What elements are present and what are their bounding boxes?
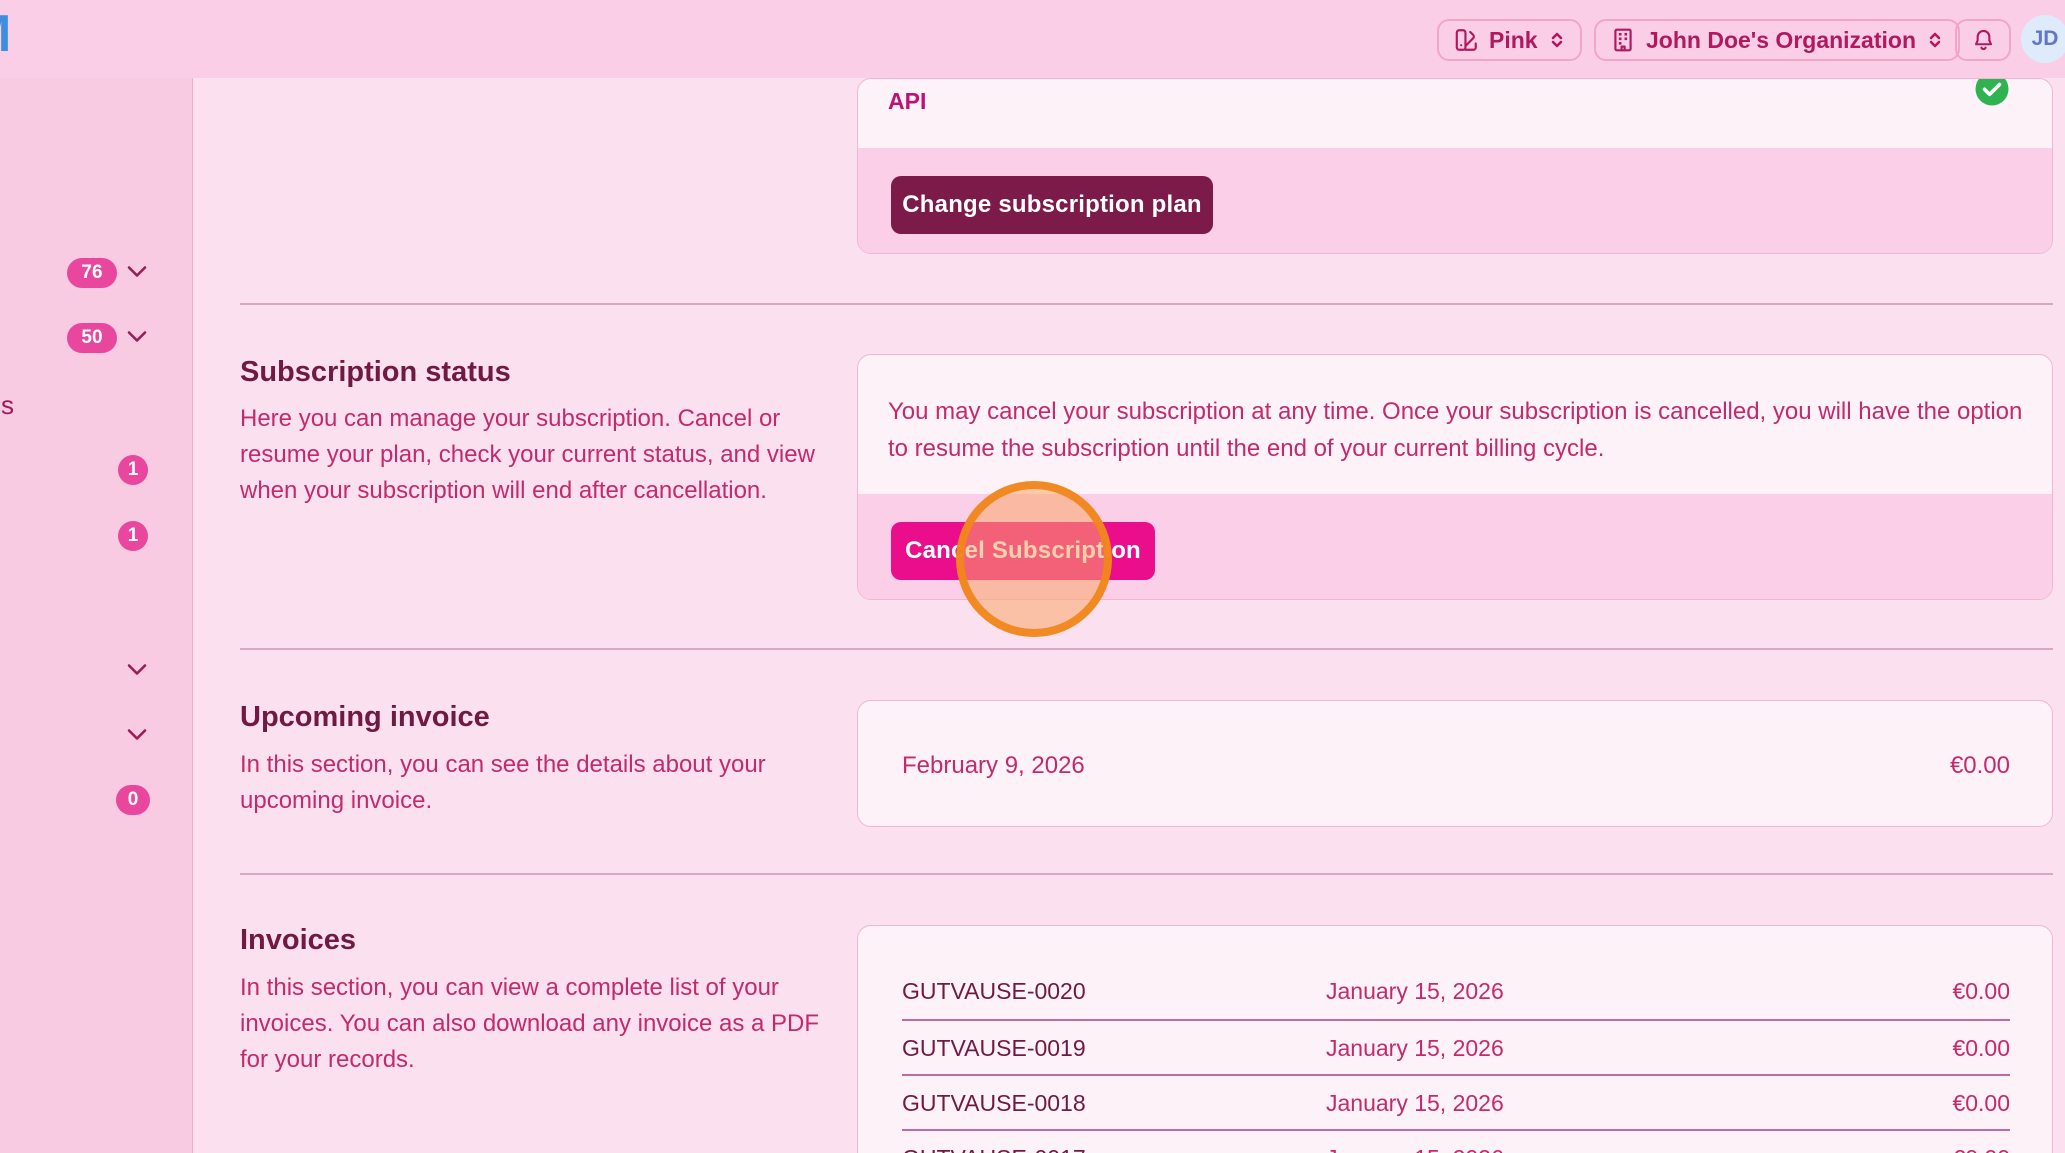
top-bar: M Pink bbox=[0, 0, 2065, 78]
notifications-button[interactable] bbox=[1955, 19, 2011, 61]
section-divider bbox=[240, 648, 2053, 650]
upcoming-invoice-date: February 9, 2026 bbox=[902, 752, 1085, 780]
invoice-number: GUTVAUSE-0020 bbox=[902, 964, 1086, 1019]
upcoming-invoice-amount: €0.00 bbox=[1950, 752, 2010, 780]
upcoming-invoice-description: In this section, you can see the details… bbox=[240, 747, 835, 819]
invoice-row[interactable]: GUTVAUSE-0020 January 15, 2026 €0.00 bbox=[902, 964, 2010, 1019]
swatch-icon bbox=[1453, 27, 1479, 53]
chevron-down-icon[interactable] bbox=[127, 265, 147, 283]
sidebar-count-badge[interactable]: 1 bbox=[118, 455, 148, 485]
sidebar-item-label-partial[interactable]: s bbox=[1, 390, 14, 421]
invoices-description: In this section, you can view a complete… bbox=[240, 970, 835, 1078]
invoice-date: January 15, 2026 bbox=[1326, 964, 1504, 1019]
invoice-row[interactable]: GUTVAUSE-0019 January 15, 2026 €0.00 bbox=[902, 1019, 2010, 1074]
theme-selector-button[interactable]: Pink bbox=[1437, 19, 1582, 61]
sidebar-count-badge[interactable]: 1 bbox=[118, 521, 148, 551]
organization-selector-button[interactable]: John Doe's Organization bbox=[1594, 19, 1960, 61]
cancellation-info-text: You may cancel your subscription at any … bbox=[888, 393, 2048, 467]
section-divider bbox=[240, 873, 2053, 875]
sidebar-count-badge[interactable]: 0 bbox=[116, 785, 150, 815]
chevron-down-icon[interactable] bbox=[127, 330, 147, 348]
invoice-number: GUTVAUSE-0017 bbox=[902, 1131, 1086, 1153]
click-indicator bbox=[956, 481, 1112, 637]
chevron-down-icon[interactable] bbox=[127, 728, 147, 746]
invoice-date: January 15, 2026 bbox=[1326, 1131, 1504, 1153]
invoice-date: January 15, 2026 bbox=[1326, 1076, 1504, 1131]
section-divider bbox=[240, 303, 2053, 305]
invoice-row[interactable]: GUTVAUSE-0018 January 15, 2026 €0.00 bbox=[902, 1074, 2010, 1129]
invoices-card: GUTVAUSE-0020 January 15, 2026 €0.00 GUT… bbox=[857, 925, 2053, 1153]
change-subscription-plan-button[interactable]: Change subscription plan bbox=[891, 176, 1213, 234]
invoices-title: Invoices bbox=[240, 924, 356, 957]
invoice-number: GUTVAUSE-0019 bbox=[902, 1021, 1086, 1076]
user-avatar[interactable]: JD bbox=[2021, 15, 2065, 63]
chevron-updown-icon bbox=[1548, 30, 1566, 50]
invoice-amount: €0.00 bbox=[1952, 964, 2010, 1019]
plan-features-card: API Change subscription plan bbox=[857, 78, 2053, 254]
check-circle-icon bbox=[1974, 78, 2010, 112]
upcoming-invoice-title: Upcoming invoice bbox=[240, 701, 490, 734]
invoice-number: GUTVAUSE-0018 bbox=[902, 1076, 1086, 1131]
app-logo: M bbox=[0, 4, 10, 64]
sidebar-count-badge[interactable]: 50 bbox=[67, 323, 117, 353]
chevron-updown-icon bbox=[1926, 30, 1944, 50]
sidebar-nav: 76 50 s 1 1 0 bbox=[0, 78, 193, 1153]
sidebar-count-badge[interactable]: 76 bbox=[67, 258, 117, 288]
subscription-status-title: Subscription status bbox=[240, 356, 511, 389]
invoice-date: January 15, 2026 bbox=[1326, 1021, 1504, 1076]
billing-settings-page: M Pink bbox=[0, 0, 2065, 1153]
plan-feature-api-label: API bbox=[888, 88, 926, 115]
subscription-status-description: Here you can manage your subscription. C… bbox=[240, 401, 835, 509]
invoice-amount: €0.00 bbox=[1952, 1076, 2010, 1131]
bell-icon bbox=[1971, 28, 1996, 53]
invoice-amount: €0.00 bbox=[1952, 1021, 2010, 1076]
invoices-table: GUTVAUSE-0020 January 15, 2026 €0.00 GUT… bbox=[902, 964, 2010, 1153]
building-icon bbox=[1610, 27, 1636, 53]
organization-selector-label: John Doe's Organization bbox=[1646, 27, 1916, 54]
invoice-row[interactable]: GUTVAUSE-0017 January 15, 2026 €0.00 bbox=[902, 1129, 2010, 1153]
upcoming-invoice-card: February 9, 2026 €0.00 bbox=[857, 700, 2053, 827]
chevron-down-icon[interactable] bbox=[127, 663, 147, 681]
invoice-amount: €0.00 bbox=[1952, 1131, 2010, 1153]
theme-selector-label: Pink bbox=[1489, 27, 1538, 54]
